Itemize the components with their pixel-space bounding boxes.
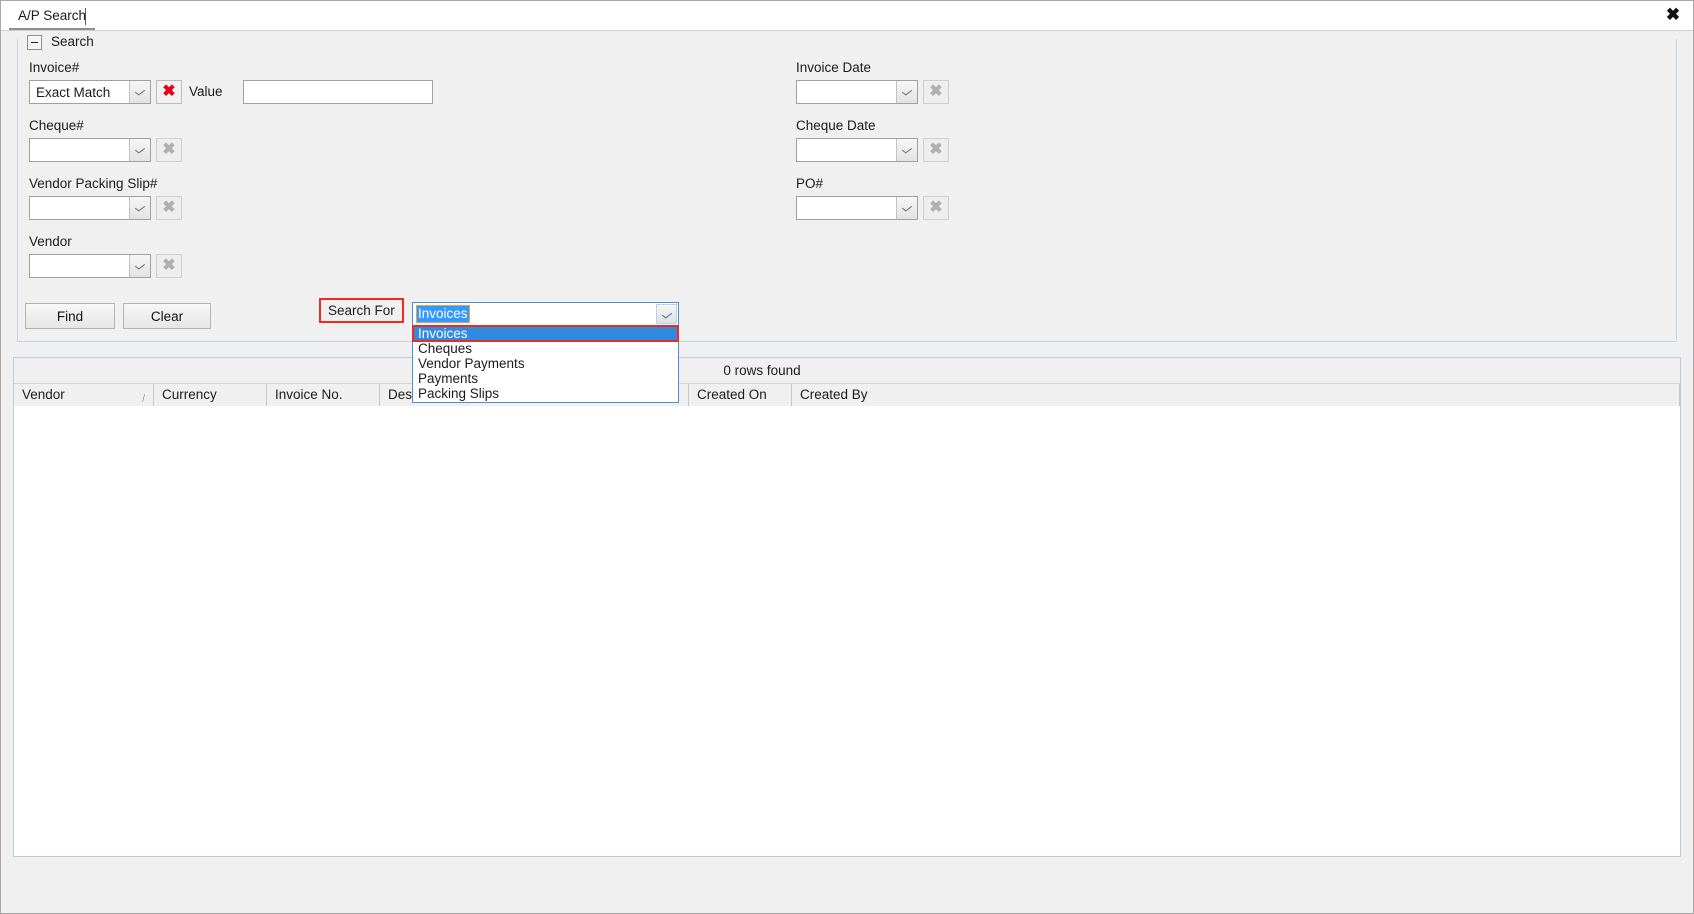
- close-x-icon: ✖: [162, 141, 176, 158]
- rows-found-bar: 0 rows found: [14, 358, 1680, 384]
- invoice-date-combo[interactable]: [796, 80, 918, 104]
- results-panel: 0 rows found Vendor / Currency Invoice N…: [13, 357, 1681, 857]
- clear-button-label: Clear: [150, 308, 184, 324]
- column-header-created-by[interactable]: Created By: [792, 384, 1680, 406]
- label-vendor: Vendor: [29, 234, 72, 249]
- dropdown-option-invoices[interactable]: Invoices: [412, 325, 679, 342]
- search-for-combo[interactable]: Invoices: [412, 302, 679, 326]
- column-header-created-on[interactable]: Created On: [689, 384, 792, 406]
- close-x-icon: ✖: [162, 257, 176, 274]
- find-button[interactable]: Find: [25, 303, 115, 329]
- column-header-invoice-no[interactable]: Invoice No.: [267, 384, 380, 406]
- dropdown-option-payments[interactable]: Payments: [413, 371, 678, 386]
- search-for-selected-value: Invoices: [416, 305, 470, 323]
- column-header-vendor-label: Vendor: [22, 387, 65, 402]
- close-icon[interactable]: ✖: [1662, 4, 1684, 26]
- clear-cheque-no-button[interactable]: ✖: [156, 138, 182, 162]
- search-for-dropdown-list[interactable]: Invoices Cheques Vendor Payments Payment…: [412, 325, 679, 403]
- close-x-icon: ✖: [929, 141, 943, 158]
- collapse-toggle-icon[interactable]: [27, 35, 42, 50]
- po-no-combo[interactable]: [796, 196, 918, 220]
- chevron-down-icon[interactable]: [129, 81, 150, 103]
- grid-header-row: Vendor / Currency Invoice No. Descriptio…: [14, 384, 1680, 406]
- vendor-combo[interactable]: [29, 254, 151, 278]
- tab-strip: A/P Search ✖: [1, 1, 1693, 31]
- clear-vendor-packing-slip-button[interactable]: ✖: [156, 196, 182, 220]
- app-window: A/P Search ✖ Search Invoice# Exact Match…: [0, 0, 1694, 914]
- column-header-currency[interactable]: Currency: [154, 384, 267, 406]
- chevron-down-icon[interactable]: [129, 139, 150, 161]
- clear-po-no-button[interactable]: ✖: [923, 196, 949, 220]
- chevron-down-icon[interactable]: [896, 139, 917, 161]
- column-header-created-by-label: Created By: [800, 387, 868, 402]
- label-vendor-packing-slip: Vendor Packing Slip#: [29, 176, 158, 191]
- bottom-strip: [1, 859, 1693, 913]
- dropdown-option-cheques[interactable]: Cheques: [413, 341, 678, 356]
- sort-ascending-icon: /: [142, 392, 145, 406]
- clear-invoice-date-button[interactable]: ✖: [923, 80, 949, 104]
- rows-found-text: 0 rows found: [723, 363, 801, 378]
- column-header-currency-label: Currency: [162, 387, 217, 402]
- close-x-icon: ✖: [929, 199, 943, 216]
- column-header-created-on-label: Created On: [697, 387, 767, 402]
- close-x-icon: ✖: [929, 83, 943, 100]
- label-invoice-date: Invoice Date: [796, 60, 872, 75]
- tab-ap-search[interactable]: A/P Search: [9, 3, 96, 30]
- label-po-no: PO#: [796, 176, 824, 191]
- grid-body-empty[interactable]: [14, 406, 1680, 856]
- label-cheque-date: Cheque Date: [796, 118, 876, 133]
- invoice-value-input[interactable]: [243, 80, 433, 104]
- find-button-label: Find: [56, 308, 84, 324]
- chevron-down-icon[interactable]: [896, 81, 917, 103]
- cheque-no-combo[interactable]: [29, 138, 151, 162]
- groupbox-title: Search: [47, 34, 98, 49]
- tab-text-caret: [85, 8, 86, 25]
- search-for-label: Search For: [319, 298, 404, 323]
- dropdown-option-vendor-payments[interactable]: Vendor Payments: [413, 356, 678, 371]
- clear-invoice-no-button[interactable]: ✖: [156, 80, 182, 104]
- tab-label: A/P Search: [18, 8, 87, 23]
- cheque-date-combo[interactable]: [796, 138, 918, 162]
- close-x-icon: ✖: [162, 83, 176, 100]
- column-header-vendor[interactable]: Vendor /: [14, 384, 154, 406]
- chevron-down-icon[interactable]: [656, 304, 677, 324]
- chevron-down-icon[interactable]: [896, 197, 917, 219]
- invoice-match-mode-combo[interactable]: Exact Match: [29, 80, 151, 104]
- chevron-down-icon[interactable]: [129, 255, 150, 277]
- vendor-packing-slip-combo[interactable]: [29, 196, 151, 220]
- dropdown-option-packing-slips[interactable]: Packing Slips: [413, 386, 678, 401]
- clear-button[interactable]: Clear: [123, 303, 211, 329]
- label-invoice-value: Value: [189, 84, 223, 99]
- clear-cheque-date-button[interactable]: ✖: [923, 138, 949, 162]
- label-cheque-no: Cheque#: [29, 118, 84, 133]
- clear-vendor-button[interactable]: ✖: [156, 254, 182, 278]
- search-for-label-text: Search For: [328, 303, 395, 318]
- invoice-match-mode-value: Exact Match: [36, 84, 111, 100]
- label-invoice-no: Invoice#: [29, 60, 80, 75]
- chevron-down-icon[interactable]: [129, 197, 150, 219]
- close-x-icon: ✖: [162, 199, 176, 216]
- column-header-invoice-no-label: Invoice No.: [275, 387, 343, 402]
